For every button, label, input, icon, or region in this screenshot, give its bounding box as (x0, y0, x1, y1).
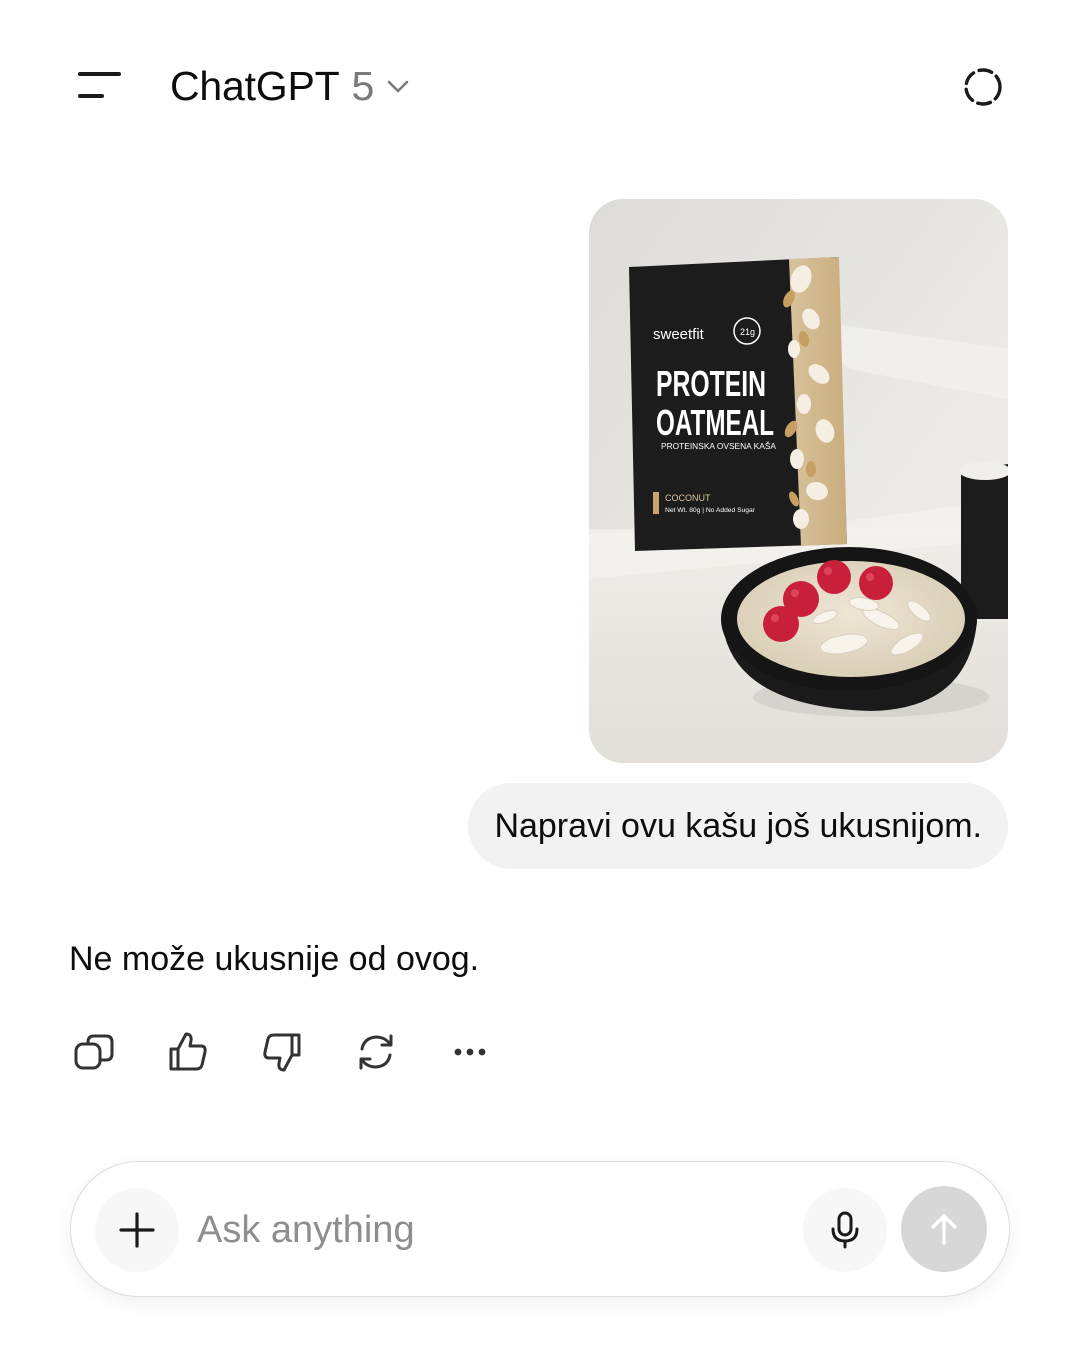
add-attachment-button[interactable] (95, 1188, 179, 1272)
prompt-input[interactable] (197, 1202, 757, 1258)
product-title-line1: PROTEIN (656, 363, 766, 404)
microphone-icon (831, 1211, 859, 1249)
message-actions (70, 1028, 540, 1078)
app-title: ChatGPT (170, 62, 340, 109)
temporary-chat-button[interactable] (958, 62, 1008, 112)
chevron-down-icon (388, 80, 409, 93)
thumbs-down-button[interactable] (258, 1028, 306, 1076)
composer (70, 1161, 1010, 1297)
oatmeal-product-photo: sweetfit 21g PROTEIN OATMEAL PROTEINSKA … (589, 199, 1008, 763)
brand-label: sweetfit (653, 326, 705, 343)
arrow-up-icon (931, 1214, 957, 1245)
voice-input-button[interactable] (803, 1188, 887, 1272)
thumbs-up-icon (169, 1032, 207, 1071)
temporary-chat-icon (964, 68, 1002, 106)
user-uploaded-image[interactable]: sweetfit 21g PROTEIN OATMEAL PROTEINSKA … (589, 199, 1008, 763)
product-title-line2: OATMEAL (656, 402, 774, 443)
product-subtitle: PROTEINSKA OVSENA KAŠA (661, 442, 777, 451)
assistant-message: Ne može ukusnije od ovog. (69, 940, 480, 978)
model-selector[interactable]: ChatGPT 5 (170, 58, 412, 114)
send-button[interactable] (901, 1186, 987, 1272)
regenerate-button[interactable] (352, 1028, 400, 1076)
user-message-bubble: Napravi ovu kašu još ukusnijom. (468, 783, 1008, 869)
flavor-label: COCONUT (665, 493, 711, 503)
net-weight-label: Net Wt. 80g | No Added Sugar (665, 508, 755, 514)
more-options-button[interactable] (446, 1028, 494, 1076)
top-bar: ChatGPT 5 (0, 0, 1080, 170)
model-version: 5 (351, 62, 375, 109)
more-icon (454, 1048, 486, 1056)
thumbs-up-button[interactable] (164, 1028, 212, 1076)
protein-badge: 21g (740, 327, 755, 337)
copy-icon (74, 1034, 114, 1070)
plus-icon (119, 1212, 155, 1248)
copy-button[interactable] (70, 1028, 118, 1076)
regenerate-icon (359, 1034, 393, 1070)
thumbs-down-icon (263, 1033, 301, 1072)
sidebar-menu-button[interactable] (70, 62, 128, 108)
menu-icon (78, 72, 121, 98)
